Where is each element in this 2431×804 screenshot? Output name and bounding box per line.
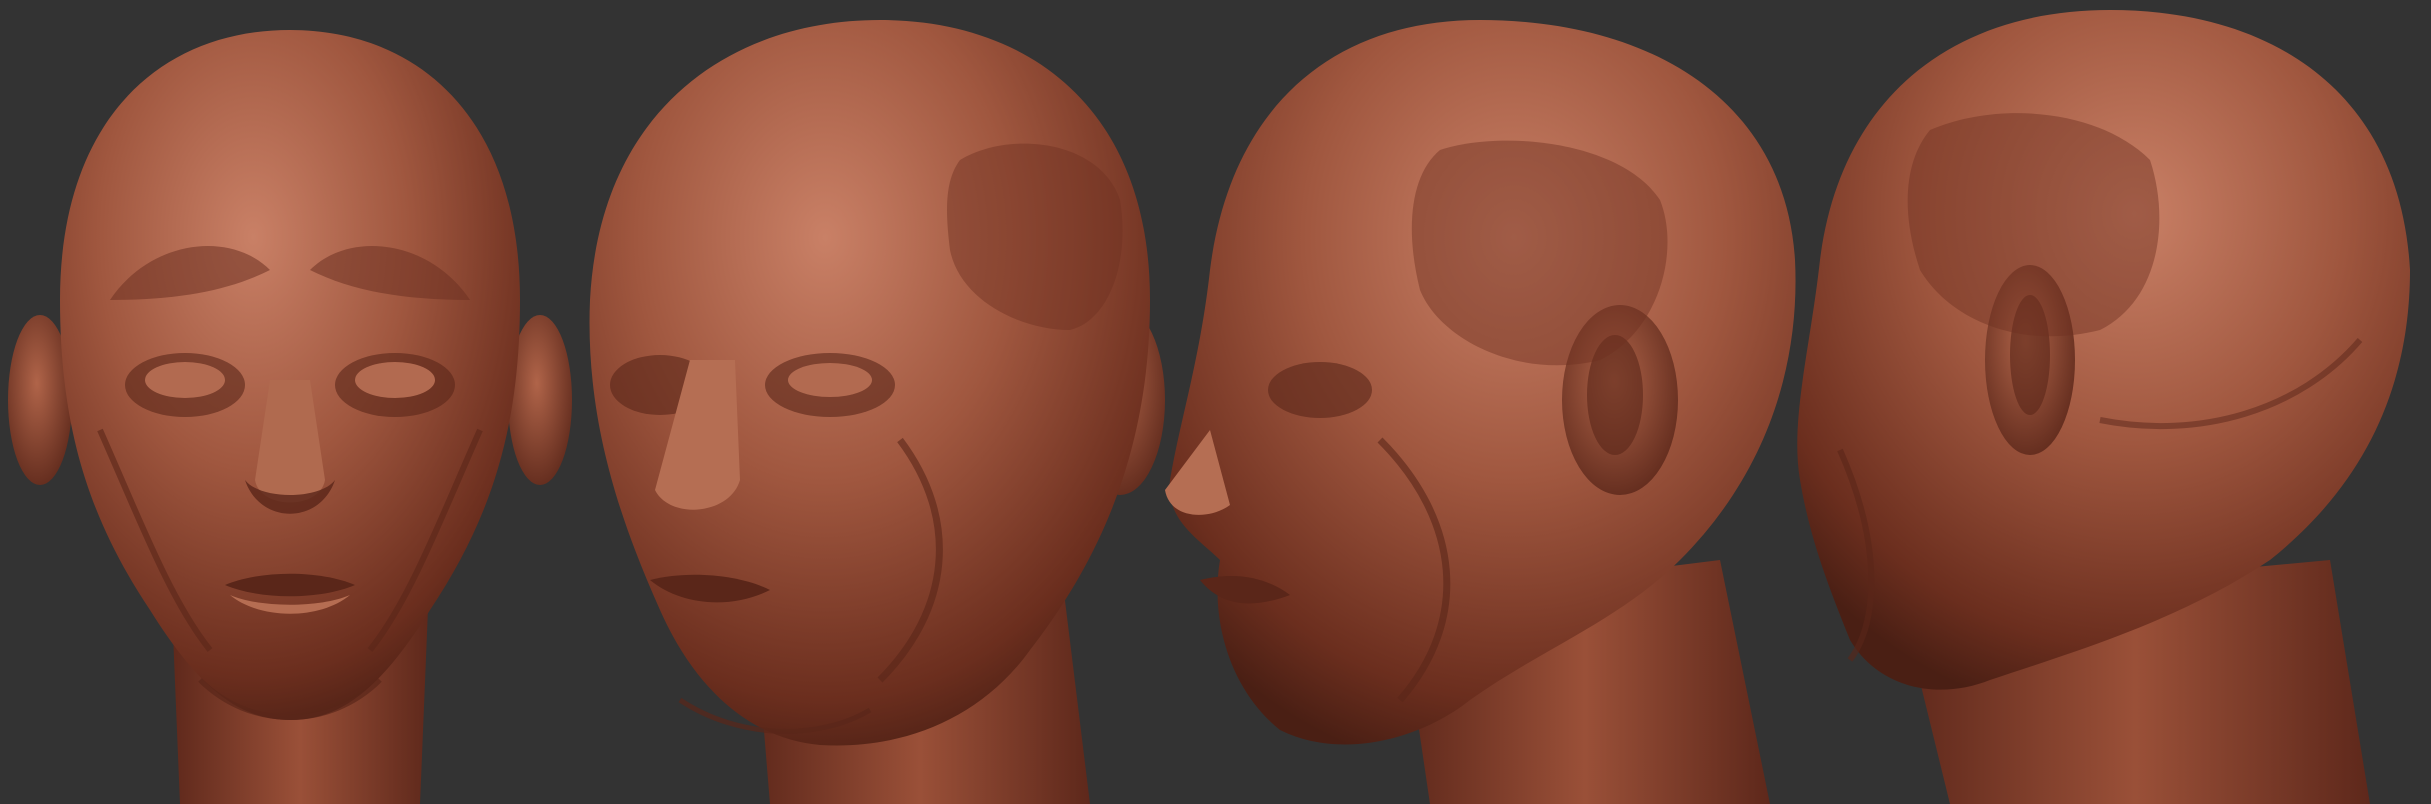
render-viewport	[0, 0, 2431, 804]
sculpture-canvas	[0, 0, 2431, 804]
side-view	[1165, 20, 1796, 804]
